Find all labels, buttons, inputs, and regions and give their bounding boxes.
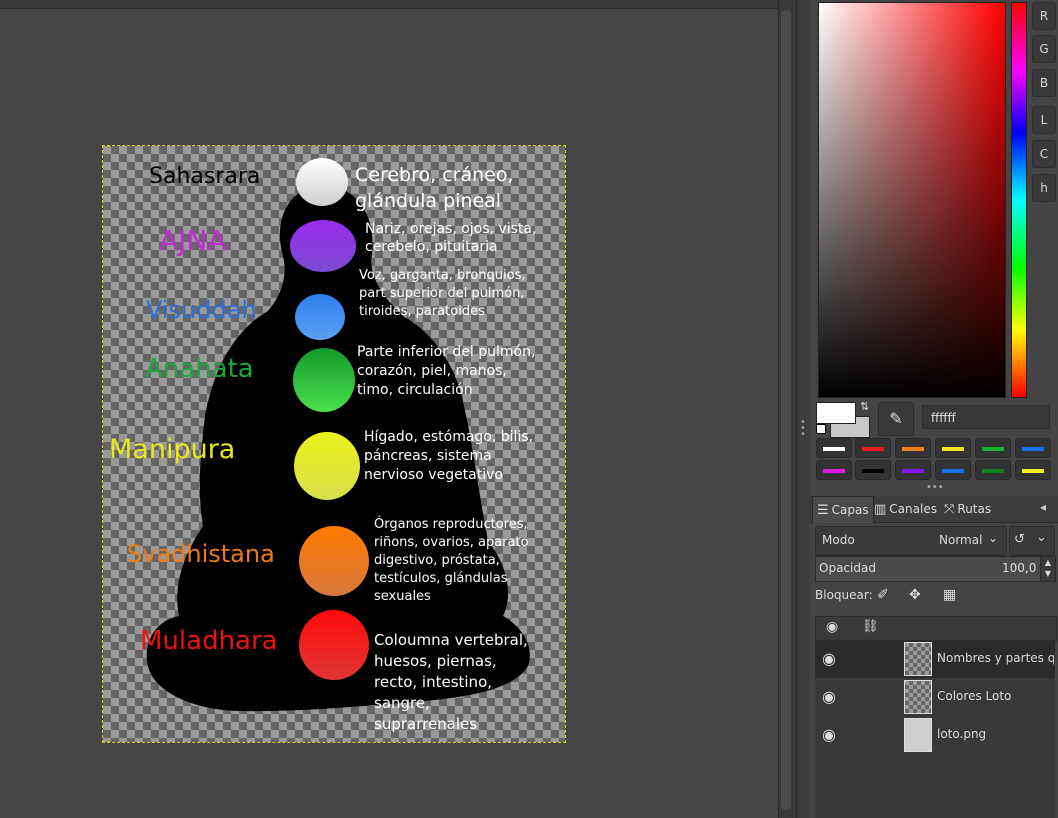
layers-icon: ☰ [817,503,829,518]
orb-visuddah [295,294,345,340]
hue-slider[interactable] [1011,2,1027,398]
eye-icon[interactable]: ◉ [822,687,836,706]
channel-l-button[interactable]: L [1032,106,1056,134]
chakra-name-manipura: Manipura [109,434,236,465]
color-picker-button[interactable]: ✎ [878,402,914,436]
channel-b-button[interactable]: B [1032,69,1056,97]
mode-dropdown[interactable]: Modo Normal ⌄ [815,526,1007,556]
chakra-desc-svadhistana: Órganos reproductores, riñons, ovarios, … [374,517,529,604]
tab-label: Capas [831,503,869,517]
palette-swatch[interactable] [935,438,971,458]
opacity-spinner[interactable]: ▲ ▼ [1040,556,1056,582]
palette-swatch[interactable] [855,460,891,480]
palette-swatch[interactable] [1015,438,1051,458]
tab-canales[interactable]: ▥ Canales [874,496,937,522]
image-window-top-edge [0,0,778,9]
channels-icon: ▥ [874,502,887,517]
paths-icon: ⤧ [944,502,955,517]
palette-swatch[interactable] [935,460,971,480]
layer-name[interactable]: Nombres y partes que [937,651,1054,665]
orb-manipura [294,432,360,500]
orb-svadhistana [299,526,369,596]
layer-thumbnail [904,642,932,676]
chakra-desc-visuddah: Voz, garganta, bronquios, part superior … [359,268,526,319]
foreground-color-swatch[interactable] [816,402,856,424]
chain-icon[interactable]: ⛓ [862,619,879,634]
channel-r-button[interactable]: R [1032,2,1056,30]
chakra-desc-muladhara: Coloumna vertebral, huesos, piernas, rec… [374,631,528,733]
opacity-slider[interactable]: Opacidad 100,0 [815,556,1041,582]
dock-separator[interactable] [796,0,811,818]
chakra-name-sahasrara: Sahasrara [149,164,261,189]
reset-mode-icon: ↺ [1014,532,1025,547]
lock-pixels-icon[interactable]: ✐ [877,587,889,603]
chakra-desc-anahata: Parte inferior del pulmón, corazón, piel… [357,344,536,398]
orb-muladhara [299,610,369,680]
palette-swatch[interactable] [895,460,931,480]
chakra-desc-ajna: Nariz, orejas, ojos, vista, cerebelo, pi… [365,221,537,255]
tab-rutas[interactable]: ⤧ Rutas [944,496,991,522]
chevron-down-icon: ⌄ [1036,530,1047,545]
visibility-icon[interactable]: ◉ [826,619,838,635]
layer-row[interactable]: ◉ loto.png [815,716,1055,754]
opacity-label: Opacidad [819,561,876,575]
tab-capas[interactable]: ☰ Capas [812,496,874,523]
palette-swatch[interactable] [975,438,1011,458]
mode-label: Modo [822,533,855,547]
eyedropper-icon: ✎ [889,409,903,428]
chakra-name-anahata: Anahata [145,354,254,384]
image-canvas[interactable]: Sahasrara AJNA Visuddah Anahata Manipura… [102,145,566,743]
layer-thumbnail [904,718,932,752]
panel-menu-icon[interactable]: ◂ [1040,500,1046,514]
lock-position-icon[interactable]: ✥ [909,587,921,603]
chakra-name-visuddah: Visuddah [146,296,257,324]
layer-name[interactable]: Colores Loto [937,689,1054,703]
dock-resize-grip-icon[interactable]: • • • [800,418,806,440]
palette-swatch[interactable] [975,460,1011,480]
vertical-scrollbar-thumb[interactable] [781,10,791,810]
mode-value: Normal [939,533,983,547]
chevron-down-icon: ⌄ [988,531,999,545]
palette-swatch[interactable] [895,438,931,458]
chakra-name-muladhara: Muladhara [140,626,278,656]
tab-label: Rutas [957,502,992,516]
channel-g-button[interactable]: G [1032,35,1056,63]
orb-anahata [293,348,355,412]
palette-swatch[interactable] [816,438,852,458]
channel-h-button[interactable]: h [1032,174,1056,202]
lock-label: Bloquear: [815,588,873,602]
opacity-value: 100,0 [1002,561,1037,575]
tab-label: Canales [889,502,937,516]
palette-swatch[interactable] [816,460,852,480]
layers-header: ◉ ⛓ [815,616,1057,642]
chakra-name-ajna: AJNA [159,224,227,257]
layer-row[interactable]: ◉ Nombres y partes que [815,640,1055,678]
panel-grip-icon[interactable]: ••• [926,482,944,493]
orb-sahasrara [296,158,348,206]
palette-swatch[interactable] [855,438,891,458]
reset-colors-icon[interactable] [816,424,826,434]
layer-name[interactable]: loto.png [937,727,1054,741]
layer-row[interactable]: ◉ Colores Loto [815,678,1055,716]
lock-alpha-icon[interactable]: ▦ [943,587,956,603]
color-saturation-value-picker[interactable] [818,2,1006,398]
composite-mode-button[interactable]: ↺ ⌄ [1009,526,1055,556]
swap-colors-icon[interactable]: ⇅ [860,400,869,413]
orb-ajna [290,220,356,272]
hex-color-field[interactable]: ffffff [922,405,1050,429]
layer-thumbnail [904,680,932,714]
chakra-name-svadhistana: Svadhistana [127,540,275,568]
channel-c-button[interactable]: C [1032,140,1056,168]
chakra-desc-sahasrara: Cerebro, cráneo, glándula pineal [355,164,514,212]
eye-icon[interactable]: ◉ [822,725,836,744]
lock-row: Bloquear: ✐ ✥ ▦ [815,587,956,603]
palette-swatch[interactable] [1015,460,1051,480]
eye-icon[interactable]: ◉ [822,649,836,668]
chakra-desc-manipura: Hígado, estómago, bilis, páncreas, siste… [364,429,534,483]
